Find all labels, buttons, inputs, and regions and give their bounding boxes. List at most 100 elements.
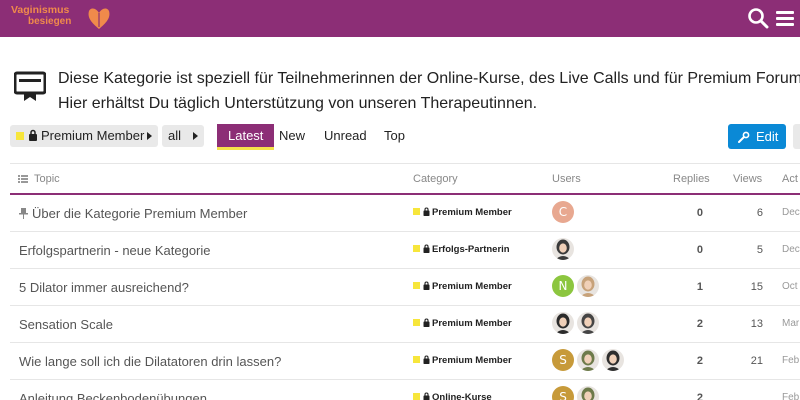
tag-dropdown-label: all [168, 128, 182, 143]
avatar[interactable] [602, 349, 624, 371]
view-count: 5 [756, 244, 763, 256]
table-row[interactable]: Über die Kategorie Premium Member Premium… [10, 195, 800, 232]
topic-title[interactable]: Sensation Scale [19, 317, 113, 332]
site-header: Vaginismus besiegen [0, 0, 800, 37]
caret-right-icon [147, 132, 152, 140]
view-count: 13 [750, 318, 763, 330]
topic-title-text: Anleitung Beckenbodenübungen [19, 391, 207, 400]
category-label: Erfolgs-Partnerin [432, 244, 510, 255]
avatar[interactable] [577, 386, 599, 400]
category-label: Premium Member [432, 281, 512, 292]
topic-category[interactable]: Premium Member [413, 355, 512, 366]
edit-button-label: Edit [756, 129, 779, 144]
topic-title[interactable]: Über die Kategorie Premium Member [19, 206, 247, 221]
category-color-swatch [16, 132, 24, 140]
lock-icon [423, 318, 430, 327]
topic-category[interactable]: Premium Member [413, 318, 512, 329]
category-color-swatch [413, 319, 420, 326]
user-photo-icon [580, 350, 596, 371]
description-line1: Diese Kategorie ist speziell für Teilneh… [58, 70, 800, 87]
header-replies[interactable]: Replies [673, 173, 710, 185]
tab-latest[interactable]: Latest [217, 124, 275, 150]
header-activity[interactable]: Act [782, 173, 798, 185]
category-label: Premium Member [432, 318, 512, 329]
header-views[interactable]: Views [733, 173, 762, 185]
reply-count: 1 [696, 281, 703, 293]
activity-date[interactable]: Feb [782, 355, 799, 366]
topic-users [552, 312, 602, 336]
topic-title[interactable]: 5 Dilator immer ausreichend? [19, 280, 189, 295]
tab-top[interactable]: Top [384, 124, 405, 148]
table-row[interactable]: Wie lange soll ich die Dilatatoren drin … [10, 343, 800, 380]
reply-count: 0 [696, 244, 703, 256]
site-logo[interactable]: Vaginismus besiegen [10, 2, 120, 35]
topic-users: N [552, 275, 602, 299]
topic-category[interactable]: Erfolgs-Partnerin [413, 244, 510, 255]
category-label: Premium Member [432, 355, 512, 366]
activity-date[interactable]: Mar [782, 318, 799, 329]
activity-date[interactable]: Feb [782, 392, 799, 400]
topic-title-text: Erfolgspartnerin - neue Kategorie [19, 243, 211, 258]
reply-count: 2 [696, 318, 703, 330]
avatar[interactable] [552, 312, 574, 334]
topic-title[interactable]: Erfolgspartnerin - neue Kategorie [19, 243, 211, 258]
tag-dropdown[interactable]: all [162, 125, 204, 147]
category-description: Diese Kategorie ist speziell für Teilneh… [58, 66, 800, 116]
logo-line1: Vaginismus [11, 4, 70, 16]
category-dropdown-label: Premium Member [41, 128, 145, 143]
view-count: 21 [750, 355, 763, 367]
avatar[interactable]: C [552, 201, 574, 223]
pin-icon [19, 208, 28, 219]
topic-title-text: Wie lange soll ich die Dilatatoren drin … [19, 354, 282, 369]
avatar[interactable]: S [552, 349, 574, 371]
activity-date[interactable]: Dec [782, 207, 800, 218]
topic-users [552, 238, 577, 262]
menu-icon[interactable] [773, 6, 797, 30]
topic-category[interactable]: Premium Member [413, 281, 512, 292]
reply-count: 0 [696, 207, 703, 219]
badge-icon [14, 71, 46, 101]
reply-count: 2 [696, 355, 703, 367]
view-count: 6 [756, 207, 763, 219]
lock-icon [423, 207, 430, 216]
header-category[interactable]: Category [413, 173, 458, 185]
activity-date[interactable]: Oct [782, 281, 798, 292]
topic-title-text: Über die Kategorie Premium Member [32, 206, 248, 221]
avatar[interactable] [552, 238, 574, 260]
logo-line2: besiegen [28, 16, 72, 27]
avatar[interactable] [577, 312, 599, 334]
table-row[interactable]: Erfolgspartnerin - neue Kategorie Erfolgs… [10, 232, 800, 269]
topic-category[interactable]: Online-Kurse [413, 392, 492, 400]
more-button[interactable] [793, 124, 800, 149]
activity-date[interactable]: Dec [782, 244, 800, 255]
topic-title[interactable]: Anleitung Beckenbodenübungen [19, 391, 207, 400]
table-row[interactable]: Sensation Scale Premium Member 2 13 Mar [10, 306, 800, 343]
header-topic[interactable]: Topic [34, 173, 60, 185]
category-color-swatch [413, 245, 420, 252]
topic-title-text: 5 Dilator immer ausreichend? [19, 280, 189, 295]
avatar[interactable] [577, 349, 599, 371]
tab-new[interactable]: New [279, 124, 305, 148]
lock-icon [423, 392, 430, 400]
category-dropdown[interactable]: Premium Member [10, 125, 158, 147]
category-label: Premium Member [432, 207, 512, 218]
user-photo-icon [555, 239, 571, 260]
category-color-swatch [413, 393, 420, 400]
table-row[interactable]: 5 Dilator immer ausreichend? Premium Memb… [10, 269, 800, 306]
avatar[interactable]: S [552, 386, 574, 400]
lock-icon [423, 244, 430, 253]
tab-unread[interactable]: Unread [324, 124, 367, 148]
table-row[interactable]: Anleitung Beckenbodenübungen Online-Kurse… [10, 380, 800, 400]
topic-users: C [552, 201, 577, 225]
topic-list-header: Topic Category Users Replies Views Act [10, 163, 800, 194]
user-photo-icon [605, 350, 621, 371]
user-photo-icon [580, 313, 596, 334]
topic-title[interactable]: Wie lange soll ich die Dilatatoren drin … [19, 354, 281, 369]
topic-category[interactable]: Premium Member [413, 207, 512, 218]
category-color-swatch [413, 356, 420, 363]
avatar[interactable] [577, 275, 599, 297]
avatar[interactable]: N [552, 275, 574, 297]
edit-button[interactable]: Edit [728, 124, 786, 149]
search-icon[interactable] [746, 6, 770, 30]
user-photo-icon [580, 276, 596, 297]
